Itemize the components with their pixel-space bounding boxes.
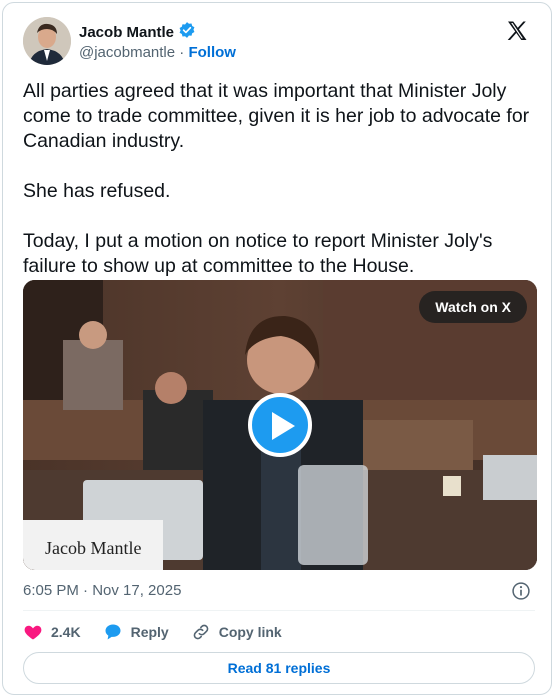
separator-dot: ·: [179, 44, 185, 61]
divider: [23, 610, 535, 611]
reply-label: Reply: [130, 624, 169, 640]
info-icon[interactable]: [511, 581, 531, 606]
verified-badge-icon: [178, 21, 196, 44]
author-handle[interactable]: @jacobmantle: [79, 44, 175, 61]
copy-link-button[interactable]: Copy link: [191, 622, 282, 642]
link-icon: [193, 624, 209, 640]
copy-link-label: Copy link: [218, 624, 282, 640]
author-handle-row: @jacobmantle · Follow: [79, 44, 236, 61]
watch-on-x-button[interactable]: Watch on X: [419, 291, 527, 323]
video-player[interactable]: Jacob Mantle Watch on X: [23, 280, 537, 570]
read-replies-button[interactable]: Read 81 replies: [23, 652, 535, 684]
play-icon: [272, 412, 295, 440]
tweet-timestamp[interactable]: 6:05 PM · Nov 17, 2025: [23, 582, 181, 599]
author-name-row: Jacob Mantle: [79, 21, 196, 44]
avatar[interactable]: [23, 17, 71, 65]
reply-button[interactable]: Reply: [103, 622, 169, 642]
tweet-card: Jacob Mantle @jacobmantle · Follow All p…: [2, 2, 552, 695]
author-name[interactable]: Jacob Mantle: [79, 24, 174, 41]
tweet-text: All parties agreed that it was important…: [23, 80, 530, 277]
play-button[interactable]: [248, 393, 312, 457]
action-bar: 2.4K Reply Copy link: [23, 622, 304, 642]
follow-button[interactable]: Follow: [188, 44, 236, 61]
nameplate: Jacob Mantle: [45, 538, 142, 558]
like-button[interactable]: 2.4K: [23, 622, 81, 642]
reply-bubble-icon: [105, 624, 121, 640]
x-logo-icon[interactable]: [505, 19, 529, 43]
like-count: 2.4K: [51, 624, 81, 640]
heart-icon: [24, 625, 42, 640]
